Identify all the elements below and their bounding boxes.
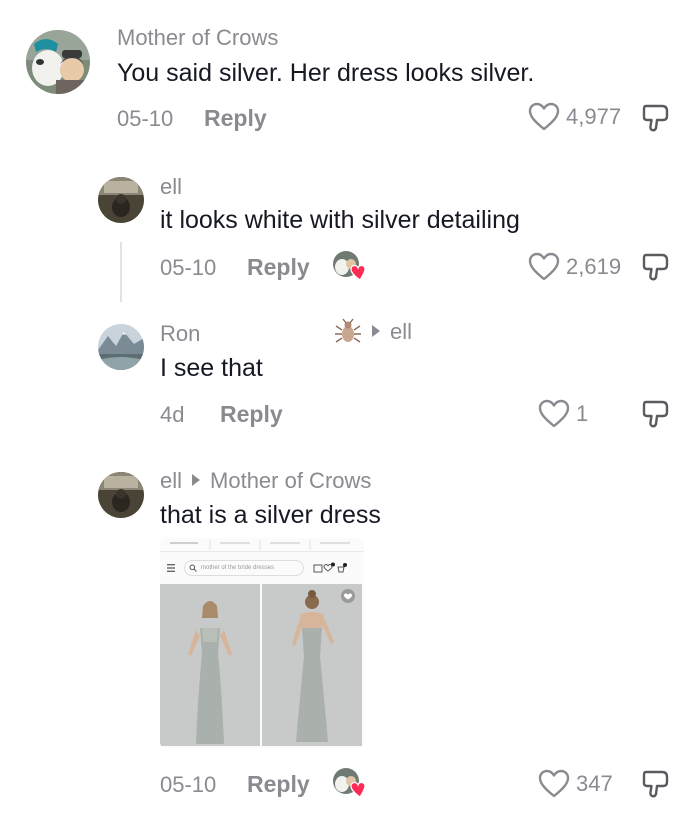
reply-to-name[interactable]: ell [390,319,412,345]
like-button[interactable]: 2,619 [528,252,621,282]
heart-outline-icon [528,252,560,281]
like-count: 2,619 [566,254,622,279]
heart-outline-icon [538,399,570,428]
heart-outline-icon [528,102,560,131]
dress-photo-front [160,584,260,746]
dislike-icon[interactable] [640,251,672,283]
comment-date: 05-10 [160,255,217,280]
avatar[interactable] [98,472,144,518]
comment-text: You said silver. Her dress looks silver. [117,59,535,87]
comment-date: 4d [160,402,185,427]
comment-text: it looks white with silver detailing [160,206,520,234]
comment-author[interactable]: ell [160,174,182,200]
reply-to-name[interactable]: Mother of Crows [210,468,371,494]
like-button[interactable]: 1 [538,399,588,429]
like-button[interactable]: 4,977 [528,102,621,132]
like-count: 1 [576,401,589,426]
creator-liked-heart-icon [350,264,366,281]
like-button[interactable]: 347 [538,769,613,799]
comment-text: that is a silver dress [160,501,381,529]
reply-arrow-icon [372,325,380,337]
reply-to-indicator: ell [334,318,412,346]
dislike-icon[interactable] [640,102,672,134]
creator-liked-badge [332,767,366,801]
avatar[interactable] [26,30,90,94]
attached-image[interactable]: mother of the bride dresses [160,538,364,748]
dislike-icon[interactable] [640,398,672,430]
heart-outline-icon [538,769,570,798]
menu-icon [167,564,175,572]
reply-button[interactable]: Reply [247,771,310,798]
comment-header: ell Mother of Crows [160,468,371,494]
image-search-bar: mother of the bride dresses [160,558,364,578]
dress-photo-back [262,584,362,746]
bag-icon [313,562,347,573]
comment-author[interactable]: Mother of Crows [117,25,278,51]
creator-liked-badge [332,250,366,284]
comment-author[interactable]: ell [160,468,182,494]
bug-avatar-icon [335,318,361,343]
reply-button[interactable]: Reply [204,105,267,132]
comment-author[interactable]: Ron [160,321,200,347]
like-count: 4,977 [566,104,622,129]
search-icon [189,564,197,572]
comment-text: I see that [160,354,263,382]
reply-arrow-icon [192,474,201,486]
avatar[interactable] [98,324,144,370]
thread-line [120,242,122,302]
creator-liked-heart-icon [350,781,366,798]
comment-date: 05-10 [117,106,174,131]
like-count: 347 [576,771,613,796]
image-top-bar [160,538,364,552]
image-search-field: mother of the bride dresses [184,560,304,576]
avatar[interactable] [98,177,144,223]
comment-date: 05-10 [160,772,217,797]
reply-button[interactable]: Reply [247,254,310,281]
reply-button[interactable]: Reply [220,401,283,428]
dislike-icon[interactable] [640,768,672,800]
image-search-text: mother of the bride dresses [201,565,275,571]
